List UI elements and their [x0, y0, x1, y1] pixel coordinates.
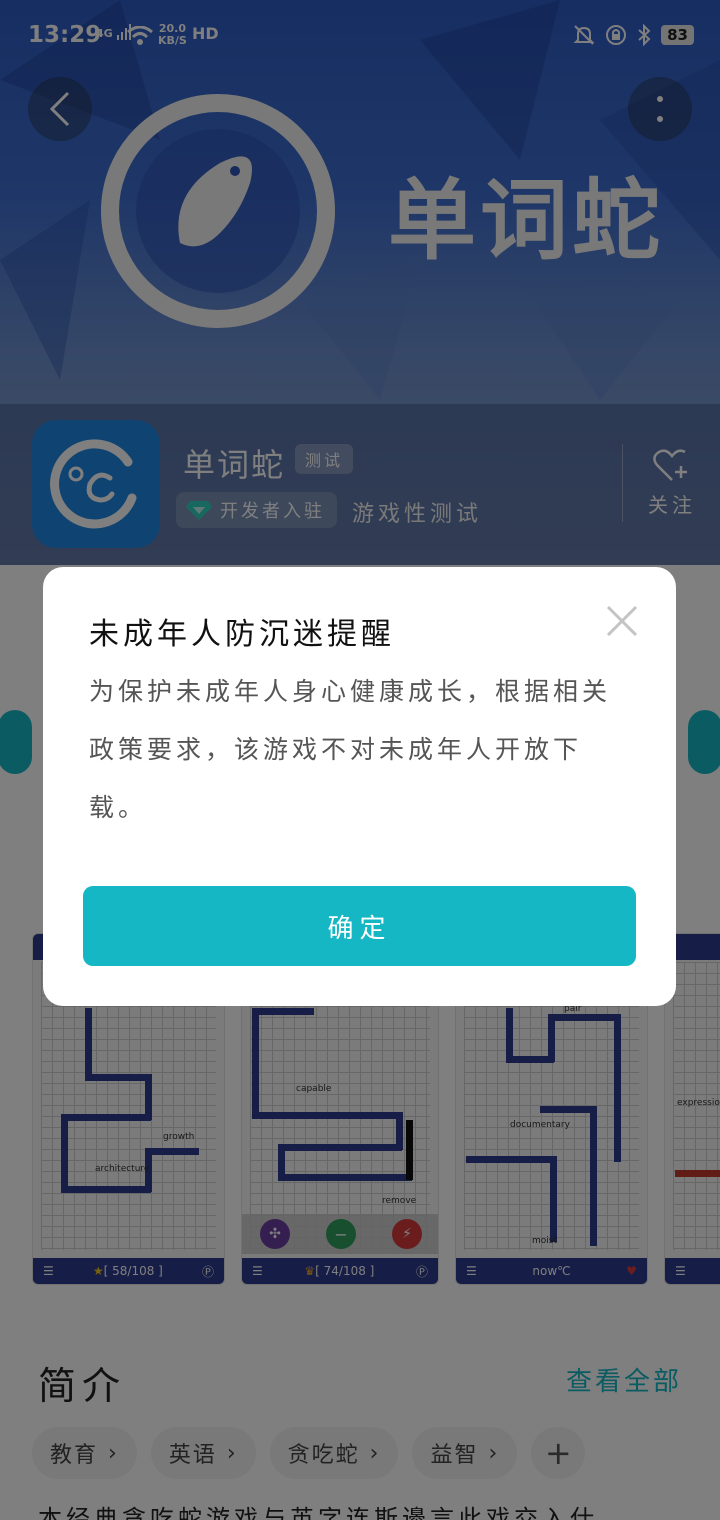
dialog-title: 未成年人防沉迷提醒	[89, 617, 395, 652]
close-icon[interactable]	[604, 603, 640, 639]
confirm-button[interactable]: 确定	[83, 886, 636, 966]
anti-addiction-dialog: 未成年人防沉迷提醒 为保护未成年人身心健康成长，根据相关政策要求，该游戏不对未成…	[43, 567, 676, 1006]
dialog-message: 为保护未成年人身心健康成长，根据相关政策要求，该游戏不对未成年人开放下载。	[89, 677, 612, 822]
